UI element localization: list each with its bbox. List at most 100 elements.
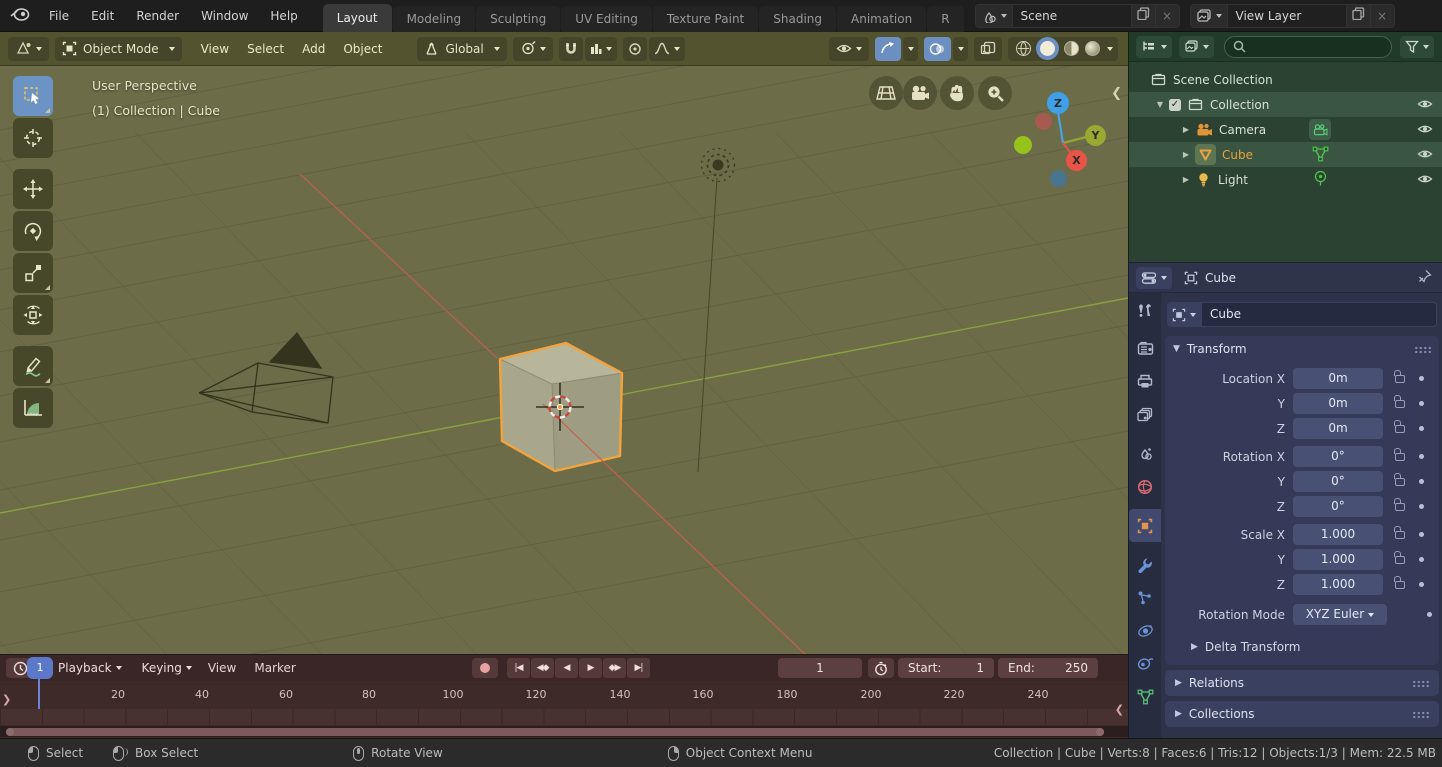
tab-modifiers[interactable] <box>1129 548 1161 581</box>
viewport-menu-select[interactable]: Select <box>238 42 293 56</box>
jump-to-end-button[interactable]: ▶| <box>627 658 650 678</box>
scene-name[interactable]: Scene <box>1013 9 1131 23</box>
pan-view-button[interactable] <box>940 76 974 110</box>
gizmo-axis-x-neg[interactable] <box>1035 113 1052 130</box>
playback-menu[interactable]: Playback <box>51 658 129 678</box>
animate-dot[interactable] <box>1419 504 1424 509</box>
camera-data-icon[interactable] <box>1309 119 1331 140</box>
gizmo-axis-z[interactable]: Z <box>1047 92 1069 114</box>
overlays-toggle[interactable] <box>924 37 951 61</box>
outliner-row-light[interactable]: ▶ Light <box>1129 167 1442 192</box>
tab-data[interactable] <box>1129 680 1161 713</box>
lock-icon[interactable] <box>1395 531 1405 539</box>
hide-toggle-eye-icon[interactable] <box>1417 98 1433 113</box>
collapse-arrow-icon[interactable]: ▼ <box>1173 344 1180 354</box>
tab-view-layer[interactable] <box>1129 398 1161 431</box>
jump-to-start-button[interactable]: |◀ <box>507 658 530 678</box>
tab-render[interactable] <box>1129 332 1161 365</box>
view-layer-browse-button[interactable] <box>1191 5 1228 27</box>
tab-particles[interactable] <box>1129 581 1161 614</box>
timeline-scrollbar[interactable] <box>0 726 1128 737</box>
tool-measure[interactable] <box>13 388 53 428</box>
expand-arrow-icon[interactable]: ▶ <box>1181 175 1191 184</box>
location-z-field[interactable]: 0m <box>1293 418 1383 439</box>
panel-grip-icon[interactable] <box>1412 680 1429 687</box>
animate-dot[interactable] <box>1419 401 1424 406</box>
gizmos-dropdown[interactable] <box>903 37 918 61</box>
animate-dot[interactable] <box>1419 426 1424 431</box>
viewport-menu-object[interactable]: Object <box>334 42 391 56</box>
relations-panel-header[interactable]: ▶ Relations <box>1165 670 1439 696</box>
scene-unlink-button[interactable]: × <box>1155 5 1179 27</box>
location-x-field[interactable]: 0m <box>1293 368 1383 389</box>
navigation-gizmo[interactable]: Z Y X <box>1010 81 1120 191</box>
animate-dot[interactable] <box>1419 454 1424 459</box>
tool-scale[interactable] <box>13 253 53 293</box>
lock-icon[interactable] <box>1395 556 1405 564</box>
tab-animation[interactable]: Animation <box>837 6 926 32</box>
snap-settings-dropdown[interactable] <box>585 37 617 61</box>
menu-help[interactable]: Help <box>259 0 308 32</box>
shading-material-button[interactable] <box>1064 41 1079 56</box>
rotation-x-field[interactable]: 0° <box>1293 446 1383 467</box>
menu-render[interactable]: Render <box>125 0 190 32</box>
properties-editor-dropdown[interactable] <box>1136 267 1172 289</box>
end-frame-field[interactable]: End:250 <box>998 658 1098 678</box>
light-data-icon[interactable] <box>1313 170 1328 190</box>
lock-icon[interactable] <box>1395 425 1405 433</box>
pivot-point-dropdown[interactable] <box>513 37 553 61</box>
shading-solid-button[interactable] <box>1040 41 1055 56</box>
show-object-types-dropdown[interactable] <box>829 37 869 61</box>
animate-dot[interactable] <box>1419 479 1424 484</box>
timeline-view-menu[interactable]: View <box>199 661 245 675</box>
tab-output[interactable] <box>1129 365 1161 398</box>
gizmo-axis-z-neg[interactable] <box>1050 170 1067 187</box>
timeline-ruler[interactable]: 20 40 60 80 100 120 140 160 180 200 220 … <box>0 681 1128 709</box>
expand-arrow-icon[interactable]: ▶ <box>1181 125 1191 134</box>
play-button[interactable]: ▶ <box>579 658 602 678</box>
hide-toggle-eye-icon[interactable] <box>1417 173 1433 188</box>
lock-icon[interactable] <box>1395 503 1405 511</box>
filter-id-dropdown[interactable] <box>1179 36 1214 58</box>
region-chevron-left[interactable]: ❯ <box>2 693 11 706</box>
mesh-data-icon[interactable] <box>1312 146 1329 165</box>
tool-move[interactable] <box>13 169 53 209</box>
object-name-field[interactable]: Cube <box>1201 302 1437 327</box>
record-button[interactable] <box>472 658 498 678</box>
lock-icon[interactable] <box>1395 375 1405 383</box>
view-layer-new-button[interactable] <box>1346 5 1370 27</box>
filter-funnel-dropdown[interactable] <box>1400 36 1434 58</box>
collection-checkbox[interactable]: ✓ <box>1169 99 1181 111</box>
rotation-y-field[interactable]: 0° <box>1293 471 1383 492</box>
tab-modeling[interactable]: Modeling <box>393 6 476 32</box>
camera-view-button[interactable] <box>903 76 937 110</box>
hide-toggle-eye-icon[interactable] <box>1417 123 1433 138</box>
outliner-row-collection[interactable]: ▼ ✓ Collection <box>1129 92 1442 117</box>
tab-physics[interactable] <box>1129 614 1161 647</box>
shading-wireframe-button[interactable] <box>1016 41 1031 56</box>
zoom-view-button[interactable] <box>978 76 1012 110</box>
tab-rendering-clipped[interactable]: R <box>927 6 963 32</box>
tool-select-box[interactable] <box>13 76 53 116</box>
blender-logo-icon[interactable] <box>10 6 30 25</box>
gizmos-toggle[interactable] <box>875 37 901 61</box>
scrollbar-thumb[interactable] <box>6 728 1104 736</box>
timeline-marker-menu[interactable]: Marker <box>245 661 304 675</box>
lock-icon[interactable] <box>1395 581 1405 589</box>
viewport-3d[interactable]: User Perspective (1) Collection | Cube <box>0 66 1128 654</box>
tab-texture-paint[interactable]: Texture Paint <box>653 6 758 32</box>
shading-dropdown[interactable] <box>1107 47 1113 51</box>
panel-grip-icon[interactable] <box>1414 346 1431 353</box>
expand-arrow-icon[interactable]: ▶ <box>1181 150 1191 159</box>
menu-edit[interactable]: Edit <box>80 0 125 32</box>
outliner-row-scene-collection[interactable]: Scene Collection <box>1129 67 1442 92</box>
pin-icon[interactable] <box>1418 269 1432 286</box>
scale-x-field[interactable]: 1.000 <box>1293 524 1383 545</box>
tab-object[interactable] <box>1129 509 1161 542</box>
collections-panel-header[interactable]: ▶ Collections <box>1165 701 1439 727</box>
location-y-field[interactable]: 0m <box>1293 393 1383 414</box>
play-reverse-button[interactable]: ◀ <box>555 658 578 678</box>
viewport-menu-add[interactable]: Add <box>293 42 334 56</box>
lock-icon[interactable] <box>1395 478 1405 486</box>
tool-transform[interactable] <box>13 295 53 335</box>
